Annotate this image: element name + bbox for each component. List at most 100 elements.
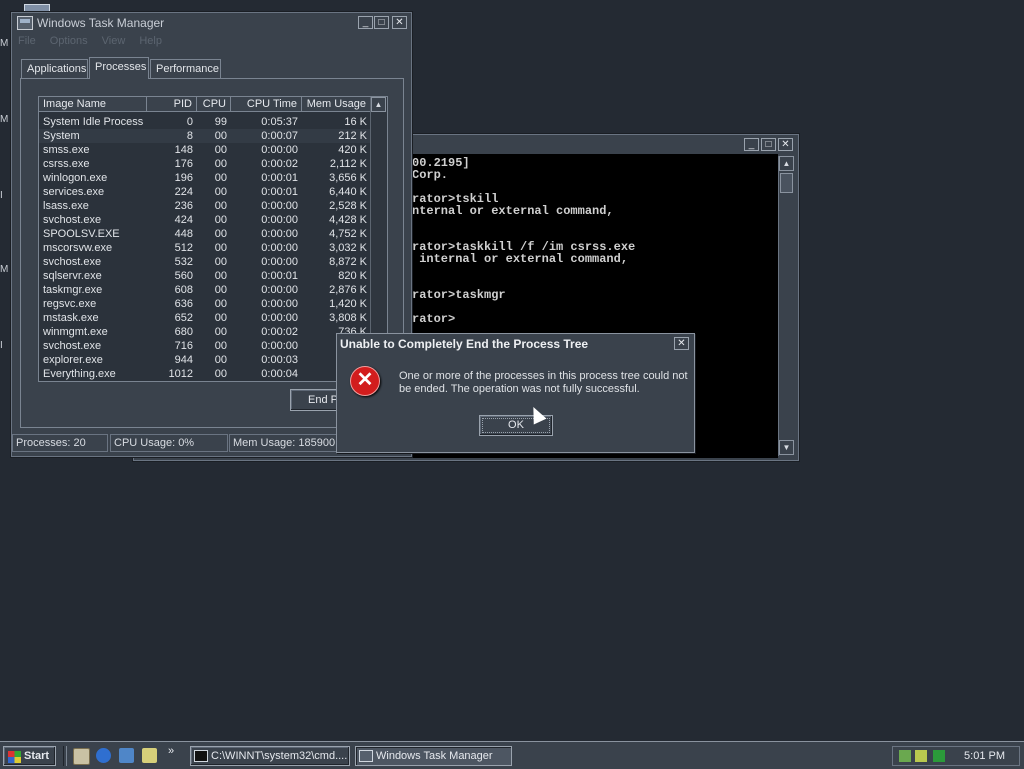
taskbar-button-cmd[interactable]: C:\WINNT\system32\cmd.... [190,746,350,766]
cell-mem: 4,428 K [329,214,367,226]
table-row[interactable]: svchost.exe 424 00 0:00:00 4,428 K [39,213,371,227]
cell-name: sqlservr.exe [43,270,102,282]
table-row[interactable]: mstask.exe 652 00 0:00:00 3,808 K [39,311,371,325]
cell-cpu: 00 [214,228,227,240]
table-row[interactable]: services.exe 224 00 0:00:01 6,440 K [39,185,371,199]
table-row[interactable]: csrss.exe 176 00 0:00:02 2,112 K [39,157,371,171]
cell-time: 0:00:00 [261,144,298,156]
chevron-icon[interactable]: » [168,745,174,757]
scroll-up-icon[interactable]: ▲ [371,97,386,112]
cell-time: 0:00:00 [261,256,298,268]
column-mem-usage[interactable]: Mem Usage [302,97,371,112]
console-line: internal or external command, [412,252,629,266]
table-row[interactable]: regsvc.exe 636 00 0:00:00 1,420 K [39,297,371,311]
task-manager-cpu-icon[interactable] [933,750,945,762]
cell-pid: 636 [174,298,193,310]
table-row[interactable]: System 8 00 0:00:07 212 K [39,129,371,143]
table-row[interactable]: lsass.exe 236 00 0:00:00 2,528 K [39,199,371,213]
scroll-thumb[interactable] [780,173,793,193]
taskbar: Start » C:\WINNT\system32\cmd.... Window… [0,741,1024,769]
show-desktop-icon[interactable] [73,748,90,765]
table-row[interactable]: winmgmt.exe 680 00 0:00:02 736 K [39,325,371,339]
menu-view[interactable]: View [102,35,126,51]
column-cpu-time[interactable]: CPU Time [231,97,302,112]
maximize-icon[interactable]: □ [374,16,389,29]
column-image-name[interactable]: Image Name [39,97,147,112]
column-cpu[interactable]: CPU [197,97,231,112]
taskbar-button-label: C:\WINNT\system32\cmd.... [211,750,348,762]
dialog-titlebar[interactable]: Unable to Completely End the Process Tre… [337,334,694,354]
menu-options[interactable]: Options [50,35,88,51]
cell-cpu: 00 [214,186,227,198]
menu-bar: File Options View Help [18,35,162,51]
cell-pid: 652 [174,312,193,324]
taskbar-button-label: Windows Task Manager [376,750,493,762]
scroll-up-icon[interactable]: ▲ [779,156,794,171]
explorer-icon[interactable] [142,748,157,763]
menu-file[interactable]: File [18,35,36,51]
table-row[interactable]: System Idle Process 0 99 0:05:37 16 K [39,115,371,129]
task-manager-icon [17,16,33,30]
cell-pid: 236 [174,200,193,212]
cell-time: 0:00:04 [261,368,298,380]
cell-time: 0:00:00 [261,200,298,212]
table-row[interactable]: svchost.exe716000:00:0063 [39,339,371,353]
cell-cpu: 00 [214,340,227,352]
start-button[interactable]: Start [3,746,56,766]
internet-explorer-icon[interactable] [96,748,111,763]
outlook-express-icon[interactable] [119,748,134,763]
cell-name: taskmgr.exe [43,284,103,296]
cell-pid: 532 [174,256,193,268]
table-row[interactable]: Everything.exe1012000:00:046, [39,367,371,381]
cell-name: winlogon.exe [43,172,108,184]
cell-name: explorer.exe [43,354,103,366]
table-row[interactable]: smss.exe 148 00 0:00:00 420 K [39,143,371,157]
cell-cpu: 00 [214,354,227,366]
cell-mem: 4,752 K [329,228,367,240]
cell-name: svchost.exe [43,340,102,352]
cell-time: 0:00:00 [261,298,298,310]
close-icon[interactable]: ✕ [674,337,689,350]
menu-help[interactable]: Help [139,35,162,51]
table-row[interactable]: explorer.exe944000:00:033 [39,353,371,367]
network-icon[interactable] [899,750,911,762]
table-row[interactable]: svchost.exe 532 00 0:00:00 8,872 K [39,255,371,269]
cell-time: 0:00:00 [261,284,298,296]
sql-server-icon[interactable] [915,750,927,762]
cell-cpu: 00 [214,214,227,226]
taskbar-button-task-manager[interactable]: Windows Task Manager [355,746,512,766]
cell-name: SPOOLSV.EXE [43,228,120,240]
minimize-icon[interactable]: _ [744,138,759,151]
cell-time: 0:00:03 [261,354,298,366]
cell-name: mscorsvw.exe [43,242,113,254]
cell-mem: 3,808 K [329,312,367,324]
cell-name: regsvc.exe [43,298,97,310]
table-row[interactable]: mscorsvw.exe 512 00 0:00:00 3,032 K [39,241,371,255]
tab-applications[interactable]: Applications [21,59,88,78]
column-pid[interactable]: PID [147,97,197,112]
windows-logo-icon [8,751,21,763]
cell-name: System [43,130,80,142]
close-icon[interactable]: ✕ [778,138,793,151]
task-manager-titlebar[interactable]: Windows Task Manager _ □ ✕ [12,13,411,33]
table-row[interactable]: SPOOLSV.EXE 448 00 0:00:00 4,752 K [39,227,371,241]
cell-cpu: 00 [214,298,227,310]
cell-time: 0:00:00 [261,312,298,324]
tab-processes[interactable]: Processes [89,57,149,79]
table-row[interactable]: sqlservr.exe 560 00 0:00:01 820 K [39,269,371,283]
cell-mem: 6,440 K [329,186,367,198]
desktop-icon-label: I [0,340,3,351]
cell-mem: 16 K [344,116,367,128]
close-icon[interactable]: ✕ [392,16,407,29]
cell-time: 0:00:00 [261,242,298,254]
console-line: Corp. [412,168,449,182]
table-row[interactable]: taskmgr.exe 608 00 0:00:00 2,876 K [39,283,371,297]
maximize-icon[interactable]: □ [761,138,776,151]
clock[interactable]: 5:01 PM [964,747,1005,766]
tab-performance[interactable]: Performance [150,59,221,78]
scroll-down-icon[interactable]: ▼ [779,440,794,455]
table-row[interactable]: winlogon.exe 196 00 0:00:01 3,656 K [39,171,371,185]
minimize-icon[interactable]: _ [358,16,373,29]
console-scrollbar[interactable]: ▲ ▼ [778,156,795,456]
cell-mem: 2,112 K [329,158,367,170]
